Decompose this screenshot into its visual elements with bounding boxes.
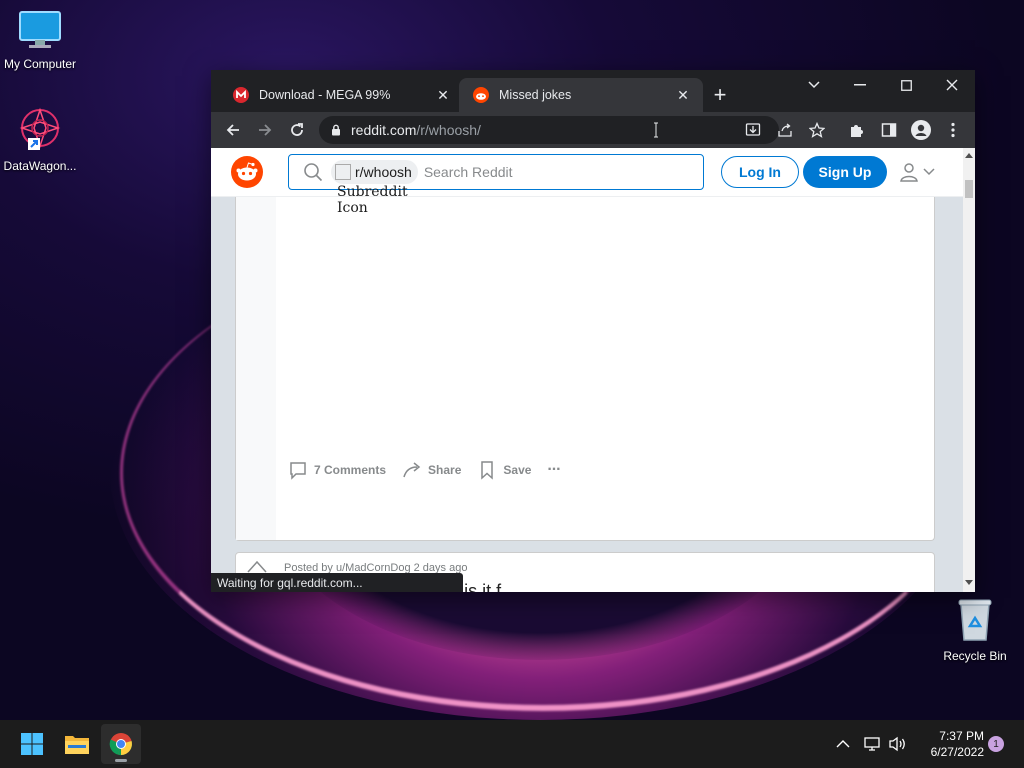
more-options-button[interactable]: ··· xyxy=(547,461,561,479)
tab-missed-jokes[interactable]: Missed jokes ✕ xyxy=(459,78,703,112)
maximize-button[interactable] xyxy=(883,70,929,100)
back-arrow-icon xyxy=(226,124,239,136)
forward-arrow-icon xyxy=(259,124,272,136)
clock-time: 7:37 PM xyxy=(939,729,984,743)
tab-title: Download - MEGA 99% xyxy=(259,88,391,102)
user-menu-button[interactable] xyxy=(899,160,939,184)
star-icon xyxy=(809,122,825,138)
scroll-thumb[interactable] xyxy=(965,180,973,198)
taskbar-chrome[interactable] xyxy=(101,724,141,764)
page-scrollbar[interactable] xyxy=(963,148,975,592)
datawagon-icon xyxy=(19,107,61,150)
folder-icon xyxy=(65,736,89,754)
browser-window: Download - MEGA 99% ✕ Missed jokes ✕ + r… xyxy=(211,70,975,592)
windows-logo-icon xyxy=(21,733,43,755)
address-bar[interactable]: reddit.com/r/whoosh/ xyxy=(319,116,779,144)
url-host: reddit.com xyxy=(351,122,417,138)
show-hidden-icons-button[interactable] xyxy=(836,720,850,768)
save-label: Save xyxy=(503,463,532,477)
desktop-icon-recycle-bin[interactable]: Recycle Bin xyxy=(935,596,1015,663)
volume-icon[interactable] xyxy=(888,720,908,768)
tab-mega-download[interactable]: Download - MEGA 99% ✕ xyxy=(219,78,463,112)
taskbar-file-explorer[interactable] xyxy=(57,724,97,764)
install-app-button[interactable] xyxy=(739,116,767,144)
save-button[interactable]: Save xyxy=(477,460,531,480)
start-button[interactable] xyxy=(12,724,52,764)
comments-label: 7 Comments xyxy=(314,463,387,477)
share-arrow-icon xyxy=(403,462,421,478)
subreddit-scope-chip[interactable]: r/whoosh Subreddit Icon xyxy=(331,160,418,216)
reddit-logo-icon[interactable] xyxy=(231,156,263,188)
share-label: Share xyxy=(428,463,462,477)
puzzle-icon xyxy=(851,125,863,137)
more-options-icon: ··· xyxy=(547,461,561,478)
kebab-menu-icon xyxy=(951,122,955,138)
chrome-logo-icon xyxy=(109,733,132,755)
extensions-button[interactable] xyxy=(843,116,871,144)
desktop-icon-my-computer[interactable]: My Computer xyxy=(0,10,80,71)
sign-up-button[interactable]: Sign Up xyxy=(803,156,887,188)
browser-status-bubble: Waiting for gql.reddit.com... xyxy=(211,573,463,592)
minimize-button[interactable] xyxy=(837,70,883,100)
vote-column xyxy=(236,148,276,540)
clock-date: 6/27/2022 xyxy=(930,745,984,759)
tab-close-icon[interactable]: ✕ xyxy=(673,85,693,105)
log-in-button[interactable]: Log In xyxy=(721,156,799,188)
install-icon xyxy=(745,123,761,136)
text-cursor-icon xyxy=(653,122,658,138)
back-button[interactable] xyxy=(219,116,247,144)
close-window-button[interactable] xyxy=(929,70,975,100)
running-indicator xyxy=(115,759,127,762)
tab-strip: Download - MEGA 99% ✕ Missed jokes ✕ + xyxy=(211,70,975,112)
scroll-down-icon[interactable] xyxy=(965,580,973,586)
tab-close-icon[interactable]: ✕ xyxy=(433,85,453,105)
share-icon xyxy=(778,123,792,137)
browser-toolbar: reddit.com/r/whoosh/ xyxy=(211,112,975,148)
broken-image-icon xyxy=(335,164,351,180)
subreddit-icon-alt-text: Subreddit Icon xyxy=(337,184,408,216)
tab-title: Missed jokes xyxy=(499,88,572,102)
chip-label: r/whoosh xyxy=(355,164,412,180)
tab-search-chevron-icon[interactable] xyxy=(791,70,837,100)
profile-button[interactable] xyxy=(907,116,935,144)
comment-icon xyxy=(290,462,306,480)
reload-icon xyxy=(291,123,303,136)
reddit-search-bar[interactable]: r/whoosh Subreddit Icon Search Reddit xyxy=(288,154,704,216)
mega-favicon-icon xyxy=(233,87,249,103)
taskbar-clock[interactable]: 7:37 PM 6/27/2022 xyxy=(912,728,984,760)
computer-icon xyxy=(19,11,61,48)
post-action-bar: 7 Comments Share Save ··· xyxy=(288,460,576,480)
scroll-up-icon[interactable] xyxy=(965,152,973,158)
taskbar: 7:37 PM 6/27/2022 xyxy=(0,720,1024,768)
recycle-bin-icon xyxy=(958,599,992,641)
reddit-favicon-icon xyxy=(473,87,489,103)
side-panel-icon xyxy=(881,123,897,137)
desktop-icon-datawagon[interactable]: DataWagon... xyxy=(0,106,80,173)
comments-button[interactable]: 7 Comments xyxy=(288,460,386,480)
network-icon[interactable] xyxy=(864,720,882,768)
bookmark-icon xyxy=(481,461,494,480)
forward-button[interactable] xyxy=(251,116,279,144)
user-icon xyxy=(900,163,918,182)
lock-icon xyxy=(331,124,341,136)
url-path: /r/whoosh/ xyxy=(416,122,481,138)
reload-button[interactable] xyxy=(283,116,311,144)
share-page-button[interactable] xyxy=(771,116,799,144)
desktop-icon-label: My Computer xyxy=(3,57,77,71)
search-icon xyxy=(303,162,323,182)
side-panel-button[interactable] xyxy=(875,116,903,144)
notification-badge[interactable]: 1 xyxy=(988,736,1004,752)
profile-icon xyxy=(911,120,931,140)
chevron-up-icon xyxy=(836,740,850,748)
page-viewport: r/whoosh Subreddit Icon Search Reddit Lo… xyxy=(211,148,963,592)
share-button[interactable]: Share xyxy=(402,460,461,480)
chrome-menu-button[interactable] xyxy=(939,116,967,144)
desktop-icon-label: Recycle Bin xyxy=(943,649,1007,663)
search-placeholder: Search Reddit xyxy=(423,164,513,180)
new-tab-button[interactable]: + xyxy=(709,84,731,107)
reddit-header: r/whoosh Subreddit Icon Search Reddit Lo… xyxy=(211,148,963,216)
bookmark-star-button[interactable] xyxy=(803,116,831,144)
chevron-down-icon xyxy=(923,168,935,176)
desktop-icon-label: DataWagon... xyxy=(3,159,77,173)
